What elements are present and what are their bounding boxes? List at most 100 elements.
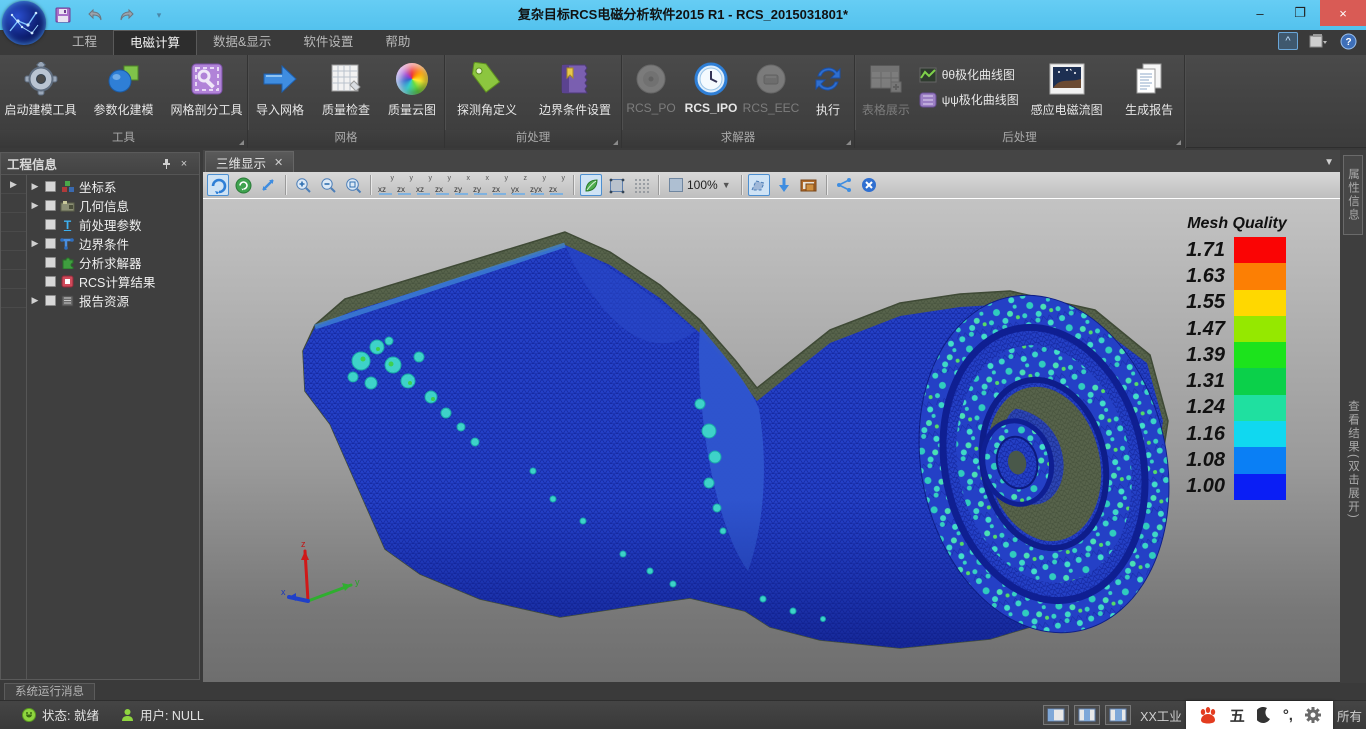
group-expand-icon[interactable]: [1176, 140, 1181, 145]
axis-view-icon[interactable]: y zx: [434, 174, 453, 196]
window-layout-icon[interactable]: [1308, 32, 1328, 50]
ime-settings-gear-icon[interactable]: [1305, 707, 1321, 723]
wireframe-view-icon[interactable]: [630, 174, 652, 196]
group-expand-icon[interactable]: [239, 140, 244, 145]
meshing-tool-button[interactable]: 网格剖分工具: [166, 58, 247, 118]
theta-curve-button[interactable]: θθ极化曲线图: [919, 66, 1019, 83]
rotate-tool-icon[interactable]: [207, 174, 229, 196]
tree-item-preprocess-params[interactable]: T 前处理参数: [27, 215, 199, 234]
checkbox[interactable]: [45, 276, 56, 287]
tree-item-rcs-results[interactable]: RCS计算结果: [27, 272, 199, 291]
quality-cloudmap-button[interactable]: 质量云图: [380, 58, 444, 118]
tab-project[interactable]: 工程: [56, 30, 113, 55]
axis-view-icon[interactable]: x zy: [453, 174, 472, 196]
chevron-right-icon[interactable]: ▶: [29, 200, 41, 211]
psi-curve-button[interactable]: ψψ极化曲线图: [919, 91, 1019, 108]
probe-angle-button[interactable]: 探测角定义: [446, 58, 528, 118]
checkbox[interactable]: [45, 238, 56, 249]
app-logo[interactable]: [2, 1, 46, 45]
ime-logo-icon[interactable]: [1198, 706, 1218, 724]
tree-item-coordinate-system[interactable]: ▶ 坐标系: [27, 177, 199, 196]
tab-data-display[interactable]: 数据&显示: [197, 30, 287, 55]
minimize-button[interactable]: –: [1240, 0, 1280, 26]
pin-icon[interactable]: [157, 156, 175, 172]
axis-view-icon[interactable]: x zy: [472, 174, 491, 196]
chevron-right-icon[interactable]: ▶: [29, 181, 41, 192]
tab-help[interactable]: 帮助: [369, 30, 426, 55]
group-expand-icon[interactable]: [613, 140, 618, 145]
axis-view-icon[interactable]: y xz: [377, 174, 396, 196]
tab-settings[interactable]: 软件设置: [287, 30, 369, 55]
checkbox[interactable]: [45, 219, 56, 230]
chevron-right-icon[interactable]: ▶: [1, 175, 26, 194]
panel-close-icon[interactable]: ×: [175, 156, 193, 172]
ime-wubi-label[interactable]: 五: [1230, 705, 1245, 726]
tab-3d-display[interactable]: 三维显示 ✕: [205, 151, 294, 172]
rcs-ipo-button[interactable]: RCS_IPO: [682, 58, 740, 115]
axis-view-icon[interactable]: z yx: [510, 174, 529, 196]
import-mesh-button[interactable]: 导入网格: [248, 58, 312, 118]
tree-item-geometry-info[interactable]: ▶ 几何信息: [27, 196, 199, 215]
copyright-text-right: 所有: [1337, 706, 1362, 725]
checkbox[interactable]: [45, 257, 56, 268]
gear-icon: [22, 60, 60, 98]
ime-punctuation-label[interactable]: °,: [1283, 707, 1293, 724]
legend-swatch: [1234, 316, 1286, 342]
zoom-in-icon[interactable]: [292, 174, 314, 196]
collapse-ribbon-icon[interactable]: ^: [1278, 32, 1298, 50]
axis-view-icon[interactable]: y xz: [415, 174, 434, 196]
axis-view-icon[interactable]: y zyx: [529, 174, 548, 196]
parametric-modeling-button[interactable]: 参数化建模: [83, 58, 164, 118]
tree-item-analysis-solver[interactable]: 分析求解器: [27, 253, 199, 272]
group-expand-icon[interactable]: [846, 140, 851, 145]
share-icon[interactable]: [833, 174, 855, 196]
select-region-icon[interactable]: [748, 174, 770, 196]
solver-plug-icon: [752, 60, 790, 98]
boundary-settings-button[interactable]: 边界条件设置: [530, 58, 620, 118]
chevron-right-icon[interactable]: ▶: [29, 238, 41, 249]
chevron-right-icon[interactable]: ▶: [29, 295, 41, 306]
ime-moon-icon[interactable]: [1257, 707, 1271, 723]
tab-close-icon[interactable]: ✕: [274, 156, 283, 169]
pan-tool-icon[interactable]: [257, 174, 279, 196]
tree-item-report-resources[interactable]: ▶ 报告资源: [27, 291, 199, 310]
axis-view-icon[interactable]: y zx: [491, 174, 510, 196]
axis-view-icon[interactable]: y zx: [396, 174, 415, 196]
tab-em-compute[interactable]: 电磁计算: [113, 30, 197, 55]
snapshot-icon[interactable]: [798, 174, 820, 196]
zoom-out-icon[interactable]: [317, 174, 339, 196]
checkbox[interactable]: [45, 181, 56, 192]
chevron-down-icon[interactable]: ▼: [1324, 157, 1334, 168]
zoom-level-control[interactable]: 100% ▼: [665, 178, 735, 192]
tree-item-boundary-conditions[interactable]: ▶ 边界条件: [27, 234, 199, 253]
spin-tool-icon[interactable]: [232, 174, 254, 196]
help-icon[interactable]: ?: [1338, 32, 1358, 50]
chevron-down-icon[interactable]: ▼: [722, 180, 731, 190]
execute-button[interactable]: 执行: [802, 58, 854, 118]
view-results-tab[interactable]: 查看结果(双击展开): [1340, 370, 1366, 550]
generate-report-button[interactable]: 生成报告: [1114, 58, 1184, 118]
svg-text:?: ?: [1345, 37, 1351, 48]
close-button[interactable]: ×: [1320, 0, 1366, 26]
system-message-tab[interactable]: 系统运行消息: [4, 683, 95, 700]
flat-view-icon[interactable]: [605, 174, 627, 196]
quality-check-button[interactable]: 质量检查: [314, 58, 378, 118]
layout-right-icon[interactable]: [1105, 705, 1131, 725]
viewport-3d-canvas[interactable]: z y x Mesh Quality 1.71 1.63: [203, 199, 1340, 682]
layout-left-icon[interactable]: [1043, 705, 1069, 725]
checkbox[interactable]: [45, 200, 56, 211]
restore-button[interactable]: ❐: [1280, 0, 1320, 26]
legend-row: 1.31: [1172, 368, 1302, 394]
axis-view-icon[interactable]: y zx: [548, 174, 567, 196]
shaded-view-icon[interactable]: [580, 174, 602, 196]
legend-value: 1.00: [1172, 475, 1234, 498]
zoom-fit-icon[interactable]: [342, 174, 364, 196]
group-label-tools: 工具: [0, 130, 247, 148]
induced-current-map-button[interactable]: 感应电磁流图: [1021, 58, 1113, 118]
checkbox[interactable]: [45, 295, 56, 306]
launch-modeler-button[interactable]: 启动建模工具: [0, 58, 81, 118]
layout-center-icon[interactable]: [1074, 705, 1100, 725]
drop-arrow-icon[interactable]: [773, 174, 795, 196]
close-view-icon[interactable]: [858, 174, 880, 196]
property-info-tab[interactable]: 属性信息: [1343, 155, 1363, 235]
